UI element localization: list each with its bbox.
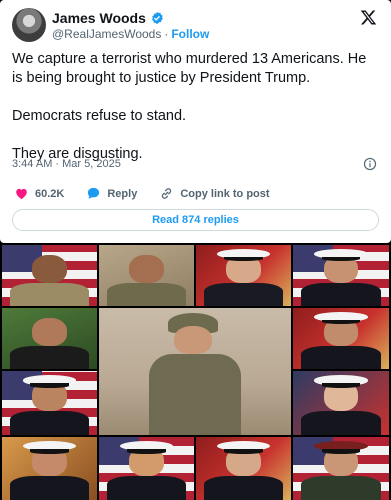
verified-badge-icon [151, 11, 163, 25]
collage-photo[interactable] [196, 245, 291, 306]
author-row: James Woods [52, 10, 164, 26]
post-paragraph: We capture a terrorist who murdered 13 A… [12, 51, 367, 86]
follow-button[interactable]: Follow [171, 27, 209, 41]
collage-photo[interactable] [293, 308, 389, 369]
collage-photo[interactable] [99, 308, 291, 435]
post-text: We capture a terrorist who murdered 13 A… [12, 50, 379, 164]
collage-photo[interactable] [99, 245, 194, 306]
collage-photo[interactable] [2, 245, 97, 306]
like-count: 60.2K [35, 187, 65, 200]
post-card: James Woods @RealJamesWoods · Follow We … [0, 0, 391, 243]
like-button[interactable]: 60.2K [14, 186, 64, 201]
x-logo-icon[interactable] [360, 9, 377, 26]
collage-photo[interactable] [2, 437, 97, 500]
reply-label: Reply [107, 187, 138, 200]
post-timestamp[interactable]: 3:44 AM · Mar 5, 2025 [12, 158, 121, 170]
speech-bubble-icon [88, 187, 100, 199]
collage-photo[interactable] [293, 437, 389, 500]
collage-photo[interactable] [99, 437, 194, 500]
link-icon [162, 188, 172, 199]
collage-photo[interactable] [2, 308, 97, 369]
collage-photo[interactable] [196, 437, 291, 500]
collage-photo[interactable] [293, 245, 389, 306]
collage-photo[interactable] [293, 371, 389, 435]
author-name[interactable]: James Woods [52, 10, 146, 26]
author-handle[interactable]: @RealJamesWoods [52, 27, 161, 41]
photo-collage [0, 243, 391, 500]
read-replies-button[interactable]: Read 874 replies [12, 209, 379, 231]
avatar[interactable] [12, 8, 46, 42]
heart-icon [16, 188, 27, 200]
handle-row: @RealJamesWoods · Follow [52, 27, 209, 41]
reply-button[interactable]: Reply [86, 186, 137, 201]
post-paragraph: Democrats refuse to stand. [12, 108, 187, 124]
collage-photo[interactable] [2, 371, 97, 435]
handle-separator: · [164, 27, 169, 41]
copy-link-label: Copy link to post [180, 187, 270, 200]
copy-link-button[interactable]: Copy link to post [159, 186, 270, 201]
action-bar: 60.2K Reply Copy link to post [14, 186, 292, 201]
info-icon[interactable] [363, 157, 377, 171]
